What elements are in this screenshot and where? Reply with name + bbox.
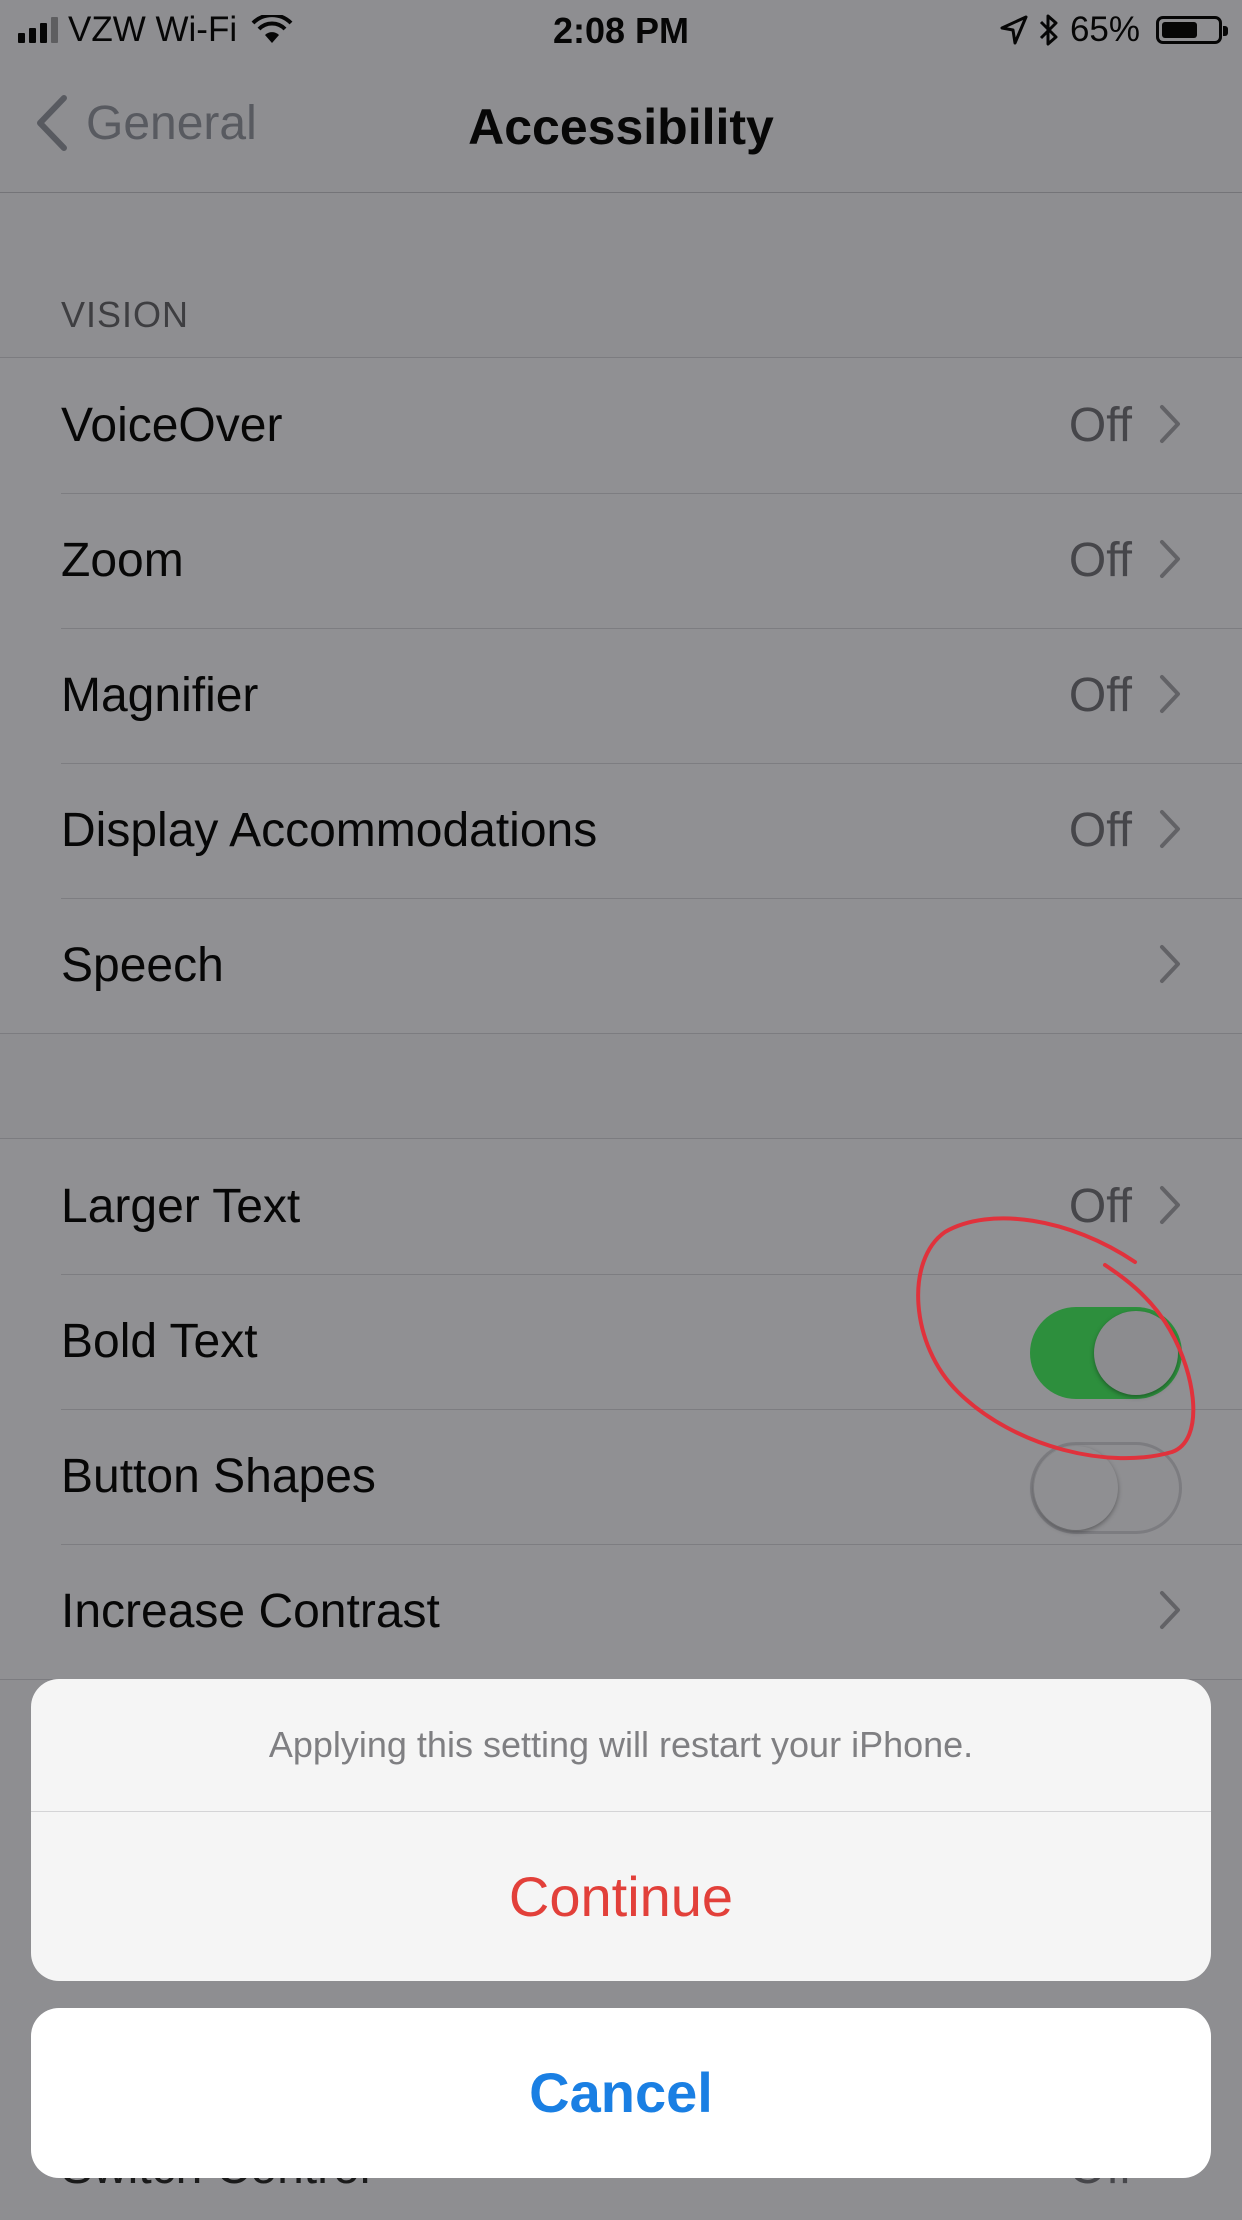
chevron-right-icon [1160, 1186, 1180, 1224]
toggle-knob [1034, 1446, 1118, 1530]
vision-settings-group: VoiceOver Off Zoom Off Magnifier Off Dis… [0, 357, 1242, 1034]
settings-row-button-shapes: Button Shapes [0, 1409, 1242, 1544]
row-value: Off [1068, 534, 1132, 587]
location-icon [1000, 15, 1028, 45]
chevron-right-icon [1160, 675, 1180, 713]
status-bar: VZW Wi-Fi 2:08 PM 65% [0, 0, 1242, 60]
settings-row-voiceover[interactable]: VoiceOver Off [0, 358, 1242, 493]
action-sheet: Applying this setting will restart your … [31, 1679, 1211, 1981]
settings-row-display-accommodations[interactable]: Display Accommodations Off [0, 763, 1242, 898]
chevron-right-icon [1160, 945, 1180, 983]
settings-row-bold-text: Bold Text [0, 1274, 1242, 1409]
row-label: Magnifier [61, 669, 259, 722]
row-label: Button Shapes [61, 1450, 376, 1503]
settings-row-increase-contrast[interactable]: Increase Contrast [0, 1544, 1242, 1679]
row-value: Off [1068, 1180, 1132, 1233]
row-value: Off [1068, 399, 1132, 452]
row-label: Zoom [61, 534, 184, 587]
text-settings-group: Larger Text Off Bold Text Button Shapes … [0, 1138, 1242, 1680]
chevron-right-icon [1160, 405, 1180, 443]
settings-row-magnifier[interactable]: Magnifier Off [0, 628, 1242, 763]
action-sheet-message: Applying this setting will restart your … [31, 1679, 1211, 1812]
settings-row-speech[interactable]: Speech [0, 898, 1242, 1033]
row-label: Display Accommodations [61, 804, 598, 857]
settings-row-larger-text[interactable]: Larger Text Off [0, 1139, 1242, 1274]
status-right: 65% [1000, 10, 1228, 50]
row-label: Increase Contrast [61, 1585, 440, 1638]
row-label: VoiceOver [61, 399, 283, 452]
bluetooth-icon [1039, 14, 1058, 46]
row-value: Off [1068, 804, 1132, 857]
chevron-right-icon [1160, 1591, 1180, 1629]
toggle-knob [1094, 1311, 1178, 1395]
chevron-right-icon [1160, 540, 1180, 578]
battery-icon [1156, 16, 1228, 44]
chevron-right-icon [1160, 810, 1180, 848]
continue-button[interactable]: Continue [31, 1812, 1211, 1981]
page-title: Accessibility [468, 99, 774, 155]
settings-row-zoom[interactable]: Zoom Off [0, 493, 1242, 628]
row-value: Off [1068, 669, 1132, 722]
navigation-bar: General Accessibility [0, 60, 1242, 193]
cancel-button[interactable]: Cancel [31, 2008, 1211, 2178]
button-shapes-toggle[interactable] [1030, 1442, 1182, 1534]
row-label: Speech [61, 939, 224, 992]
row-label: Larger Text [61, 1180, 301, 1233]
section-header-vision: VISION [61, 294, 190, 335]
bold-text-toggle[interactable] [1030, 1307, 1182, 1399]
battery-percent: 65% [1069, 10, 1140, 49]
row-label: Bold Text [61, 1315, 258, 1368]
